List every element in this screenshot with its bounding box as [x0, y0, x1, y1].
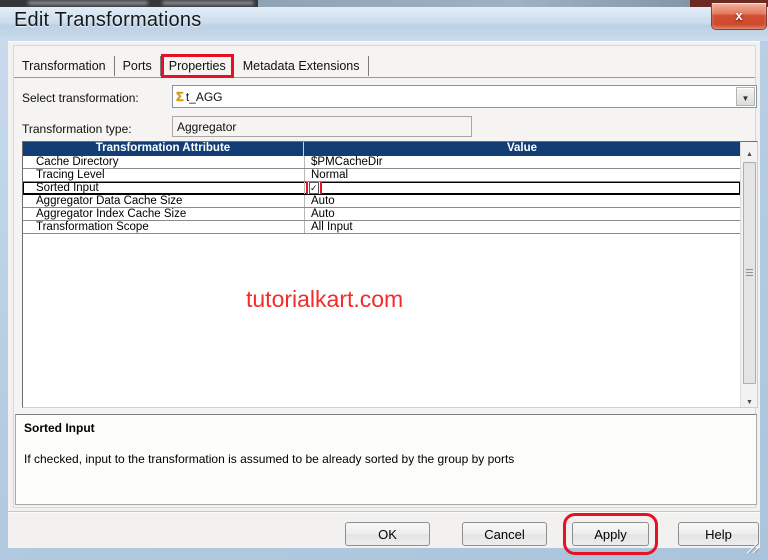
attribute-cell: Cache Directory — [36, 156, 119, 168]
button-label: Help — [705, 526, 732, 542]
watermark-text: tutorialkart.com — [246, 286, 404, 312]
tab-label: Metadata Extensions — [242, 58, 360, 73]
table-header-row: Transformation Attribute Value — [23, 142, 740, 156]
table-row[interactable]: Tracing Level Normal ✓ — [23, 169, 740, 182]
table-scrollbar[interactable]: ▲ ▼ — [740, 142, 757, 407]
scroll-down-button[interactable]: ▼ — [742, 391, 757, 406]
scroll-up-button[interactable]: ▲ — [742, 143, 757, 158]
window-title: Edit Transformations — [14, 9, 202, 31]
tab-label: Ports — [122, 58, 152, 73]
blurred-background-text — [162, 1, 254, 5]
close-button[interactable]: x — [711, 3, 767, 30]
transformation-type-value: Aggregator — [172, 116, 472, 137]
table-row[interactable]: Cache Directory $PMCacheDir ✓ — [23, 156, 740, 169]
scrollbar-thumb[interactable] — [743, 162, 756, 384]
transformation-select-dropdown[interactable]: Σ t_AGG ▼ — [172, 85, 757, 108]
attribute-cell: Aggregator Index Cache Size — [36, 208, 187, 220]
value-cell: Auto ✓ — [304, 208, 740, 220]
button-label: Cancel — [484, 526, 525, 542]
scroll-up-icon: ▲ — [746, 151, 753, 158]
description-title: Sorted Input — [24, 421, 95, 435]
dialog-button[interactable]: OK — [345, 522, 430, 546]
transformation-type-label: Transformation type: — [22, 122, 132, 136]
dialog-button[interactable]: Apply — [563, 513, 658, 555]
select-transformation-label: Select transformation: — [22, 91, 139, 105]
scrollbar-grip-icon — [746, 269, 753, 278]
attribute-cell: Aggregator Data Cache Size — [36, 195, 183, 207]
tab[interactable]: Properties — [160, 53, 234, 78]
blurred-background-text — [28, 1, 148, 5]
tab[interactable]: Transformation — [14, 55, 115, 76]
close-icon: x — [735, 8, 743, 23]
button-area-divider — [8, 511, 760, 513]
value-cell: Normal ✓ — [304, 169, 740, 181]
column-header-attribute: Transformation Attribute — [23, 142, 304, 156]
tab-label: Transformation — [22, 58, 106, 73]
button-label: OK — [378, 526, 397, 542]
attribute-cell: Sorted Input — [36, 182, 99, 194]
aggregator-sigma-icon: Σ — [176, 89, 184, 104]
edit-transformations-dialog: Edit Transformations x Transformation Po… — [0, 0, 768, 560]
scroll-down-icon: ▼ — [746, 399, 753, 406]
value-cell: Auto ✓ — [304, 195, 740, 207]
attributes-table: Transformation Attribute Value Cache Dir… — [22, 141, 758, 408]
table-rows: Cache Directory $PMCacheDir ✓ Tracing Le… — [23, 156, 740, 234]
table-row[interactable]: Transformation Scope All Input ✓ — [23, 221, 740, 234]
column-header-value: Value — [506, 142, 538, 154]
tab[interactable]: Metadata Extensions — [235, 55, 369, 76]
attribute-description-panel: Sorted Input If checked, input to the tr… — [15, 414, 757, 505]
button-label: Apply — [594, 526, 627, 542]
attribute-cell: Tracing Level — [36, 169, 105, 181]
value-cell: ✓ — [304, 182, 740, 194]
table-row[interactable]: Sorted Input ✓ — [23, 182, 740, 195]
table-row[interactable]: Aggregator Index Cache Size Auto ✓ — [23, 208, 740, 221]
background-window-strip — [0, 0, 768, 7]
dialog-button[interactable]: Help — [678, 522, 759, 546]
value-cell: $PMCacheDir ✓ — [304, 156, 740, 168]
tab[interactable]: Ports — [115, 55, 161, 76]
attribute-cell: Transformation Scope — [36, 221, 149, 233]
dropdown-arrow-button[interactable]: ▼ — [736, 87, 755, 106]
chevron-down-icon: ▼ — [741, 94, 750, 103]
checkbox-highlight-box: ✓ — [306, 182, 322, 194]
value-cell: All Input ✓ — [304, 221, 740, 233]
tab-strip: Transformation Ports Properties Metadata… — [14, 50, 369, 81]
description-text: If checked, input to the transformation … — [24, 452, 515, 466]
selected-transformation-value: t_AGG — [185, 89, 223, 104]
table-row[interactable]: Aggregator Data Cache Size Auto ✓ — [23, 195, 740, 208]
sorted-input-checkbox[interactable]: ✓ — [309, 182, 319, 194]
dialog-button[interactable]: Cancel — [462, 522, 547, 546]
tab-label: Properties — [168, 58, 226, 73]
